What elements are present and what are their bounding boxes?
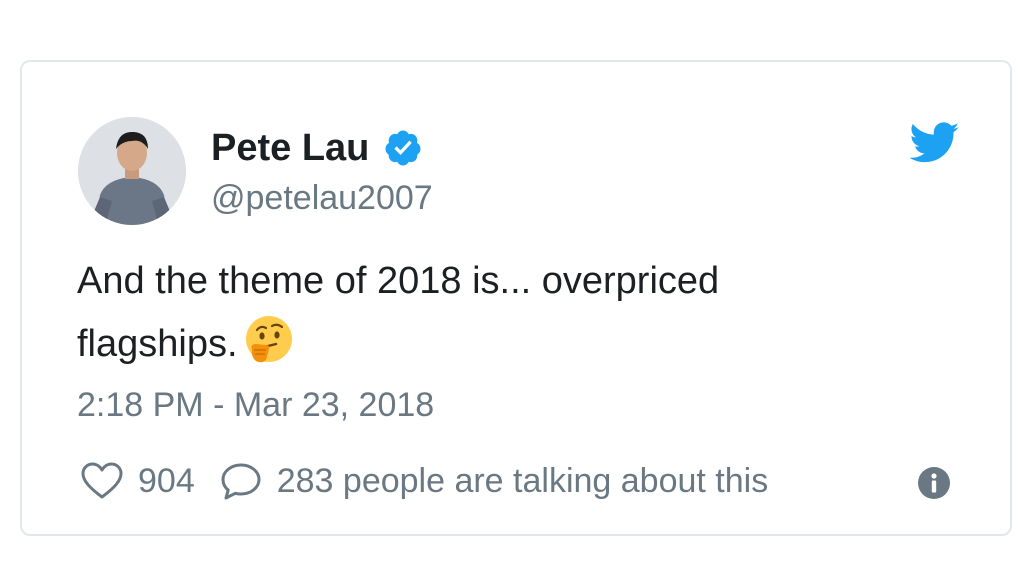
conversation-link[interactable]: 283 people are talking about this (277, 461, 768, 501)
tweet-text-line-1: And the theme of 2018 is... overpriced (77, 260, 720, 302)
thinking-face-emoji (244, 314, 294, 364)
author-handle[interactable]: @petelau2007 (211, 178, 433, 218)
author-row: Pete Lau (211, 126, 423, 170)
avatar[interactable] (78, 117, 186, 225)
tweet-text-line-2-wrap: flagships. (77, 313, 857, 376)
info-icon[interactable] (917, 466, 951, 500)
tweet-card[interactable]: Pete Lau @petelau2007 And the theme of 2… (20, 60, 1012, 536)
like-count[interactable]: 904 (138, 461, 195, 501)
tweet-text-line-2: flagships. (77, 323, 238, 365)
tweet-text: And the theme of 2018 is... overpriced f… (77, 250, 857, 376)
tweet-actions: 904 283 people are talking about this (80, 460, 768, 502)
twitter-bird-icon[interactable] (909, 122, 960, 164)
author-name[interactable]: Pete Lau (211, 126, 369, 170)
heart-icon[interactable] (80, 461, 124, 501)
verified-badge-icon (383, 128, 423, 168)
reply-bubble-icon[interactable] (219, 461, 263, 501)
tweet-timestamp[interactable]: 2:18 PM - Mar 23, 2018 (77, 385, 434, 425)
